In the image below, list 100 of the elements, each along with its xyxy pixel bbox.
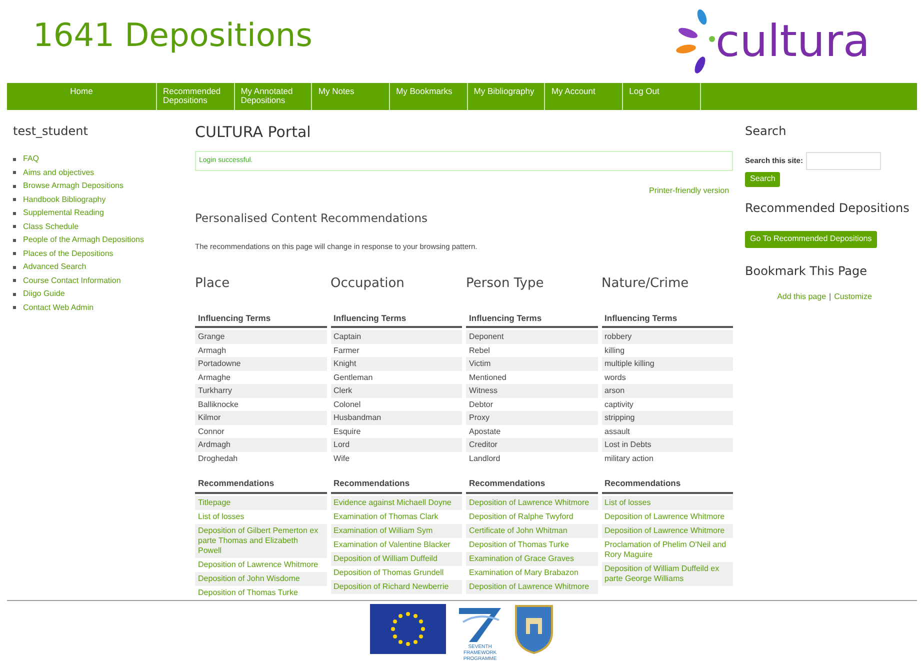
recommendation-link[interactable]: Deposition of Ralphe Twyford xyxy=(466,510,598,524)
nav-link[interactable]: My Notes xyxy=(312,83,390,110)
sidebar-link[interactable]: FAQ xyxy=(23,153,40,166)
table-cell: arson xyxy=(602,384,734,398)
sidebar-link[interactable]: Contact Web Admin xyxy=(23,302,94,314)
sidebar-link[interactable]: Browse Armagh Depositions xyxy=(23,180,124,192)
recommendation-link[interactable]: Titlepage xyxy=(195,496,327,510)
sidebar-link[interactable]: Handbook Bibliography xyxy=(23,194,106,206)
table-cell-text: Balliknocke xyxy=(197,398,240,411)
customize-link[interactable]: Customize xyxy=(834,290,872,302)
recommendation-link[interactable]: Deposition of Lawrence Whitmore xyxy=(466,496,598,510)
sidebar-link[interactable]: People of the Armagh Depositions xyxy=(23,234,144,246)
sidebar-title: test_student xyxy=(13,122,89,140)
crest-icon xyxy=(514,604,554,654)
section-title: Bookmark This Page xyxy=(745,262,868,280)
printer-friendly-link[interactable]: Printer-friendly version xyxy=(648,185,730,197)
section-title: Recommended Depositions xyxy=(745,200,910,216)
recommendation-link[interactable]: Deposition of Lawrence Whitmore xyxy=(195,558,327,572)
recommendation-link[interactable]: List of losses xyxy=(195,510,327,524)
table-cell-text: Armagh xyxy=(197,344,228,357)
table-cell-text: Farmer xyxy=(332,344,360,357)
nav-link[interactable]: Recommended Depositions xyxy=(157,83,235,110)
table-cell: Knight xyxy=(330,357,462,371)
recommendation-link[interactable]: Deposition of Thomas Turke xyxy=(195,586,327,600)
table-cell-text: assault xyxy=(604,426,631,438)
table-header: Recommendations xyxy=(466,477,598,494)
recommendation-link[interactable]: Deposition of Richard Newberrie xyxy=(330,580,462,594)
add-page-link[interactable]: Add this page xyxy=(777,290,826,302)
table-cell: Victim xyxy=(466,357,598,371)
table-cell-text: Armaghe xyxy=(197,372,232,384)
recommended-depositions-button[interactable]: Go To Recommended Depositions xyxy=(745,230,877,248)
recommendation-link[interactable]: Deposition of Lawrence Whitmore xyxy=(602,510,734,524)
nav-link[interactable]: Home xyxy=(7,83,157,110)
table-cell: multiple killing xyxy=(602,357,734,371)
recommendation-link[interactable]: Deposition of William Duffeild xyxy=(330,552,462,566)
table-cell-text: Landlord xyxy=(468,452,502,465)
bullet-icon xyxy=(13,198,16,202)
recommendation-link[interactable]: Deposition of Thomas Grundell xyxy=(330,566,462,580)
bullet-icon xyxy=(13,225,16,228)
table-cell-text: captivity xyxy=(604,398,634,411)
search-button[interactable]: Search xyxy=(745,172,780,186)
table-cell-text: military action xyxy=(604,452,654,465)
table-cell: stripping xyxy=(602,411,734,425)
sidebar-link[interactable]: Course Contact Information xyxy=(23,274,121,287)
sidebar-link[interactable]: Advanced Search xyxy=(23,261,86,274)
recommendation-link[interactable]: Deposition of John Wisdome xyxy=(195,572,327,586)
bullet-icon xyxy=(13,306,16,310)
table-header: Recommendations xyxy=(602,477,734,494)
search-title: Search xyxy=(745,122,788,140)
sidebar-link[interactable]: Class Schedule xyxy=(23,220,79,233)
table-cell: Ardmagh xyxy=(195,438,327,452)
recommendation-link[interactable]: Examination of Valentine Blacker xyxy=(330,538,462,552)
table-cell: Grange xyxy=(195,330,327,344)
recommendation-link[interactable]: List of losses xyxy=(602,496,734,510)
recommendation-link[interactable]: Examination of Grace Graves xyxy=(466,552,598,566)
table-cell-text: Mentioned xyxy=(468,372,508,384)
recommendation-link[interactable]: Deposition of Lawrence Whitmore xyxy=(466,580,598,594)
search-field[interactable] xyxy=(806,152,881,170)
nav-link[interactable]: My Bookmarks xyxy=(390,83,468,110)
bullet-icon xyxy=(13,292,16,296)
recommendation-link[interactable]: Deposition of Lawrence Whitmore xyxy=(602,524,734,538)
table-cell: Captain xyxy=(330,330,462,344)
bullet-icon xyxy=(13,184,16,188)
recommendation-link[interactable]: Evidence against Michaell Doyne xyxy=(330,496,462,510)
nav-link[interactable]: My Account xyxy=(545,83,624,110)
sidebar-link[interactable]: Aims and objectives xyxy=(23,166,94,179)
recommendation-link[interactable]: Examination of William Sym xyxy=(330,524,462,538)
sidebar-link[interactable]: Supplemental Reading xyxy=(23,207,104,220)
table-header: Influencing Terms xyxy=(330,312,462,328)
table-cell: Lost in Debts xyxy=(602,438,734,452)
bullet-icon xyxy=(13,212,16,215)
table-cell: Portadowne xyxy=(195,357,327,371)
table-cell-text: Debtor xyxy=(468,398,494,411)
recommendation-link[interactable]: Examination of Thomas Clark xyxy=(330,510,462,524)
table-cell-text: Rebel xyxy=(468,344,491,357)
sidebar-link[interactable]: Diigo Guide xyxy=(23,288,65,300)
recommendation-link[interactable]: Certificate of John Whitman xyxy=(466,524,598,538)
nav-link[interactable]: My Bibliography xyxy=(468,83,546,110)
section-title: Personalised Content Recommendations xyxy=(195,210,429,227)
table-cell-text: Gentleman xyxy=(332,372,374,384)
table-cell-text: Apostate xyxy=(468,426,502,438)
table-cell-text: words xyxy=(604,372,627,384)
recommendation-link[interactable]: Deposition of William Duffeild ex parte George Williams xyxy=(602,562,734,586)
flag-icon xyxy=(370,604,446,654)
table-cell-text: Droghedah xyxy=(197,452,239,465)
bullet-icon xyxy=(13,171,16,174)
recommendation-link[interactable]: Deposition of Gilbert Pemerton ex parte Thomas and Elizabeth Powell xyxy=(195,524,327,558)
recommendation-link[interactable]: Examination of Mary Brabazon xyxy=(466,566,598,580)
bullet-icon xyxy=(13,238,16,242)
table-header: Influencing Terms xyxy=(602,312,734,328)
table-cell-text: Wife xyxy=(332,452,351,465)
table-header: Influencing Terms xyxy=(466,312,598,328)
nav-link[interactable]: Log Out xyxy=(623,83,701,110)
sidebar-link[interactable]: Places of the Depositions xyxy=(23,248,114,260)
nav-link[interactable]: My Annotated Depositions xyxy=(234,83,312,110)
page-title: CULTURA Portal xyxy=(195,122,312,142)
recommendation-link[interactable]: Deposition of Thomas Turke xyxy=(466,538,598,552)
recommendation-link[interactable]: Proclamation of Phelim O'Neil and Rory Maguire xyxy=(602,538,734,562)
table-header: Recommendations xyxy=(330,477,462,494)
column-title: Occupation xyxy=(330,274,406,292)
